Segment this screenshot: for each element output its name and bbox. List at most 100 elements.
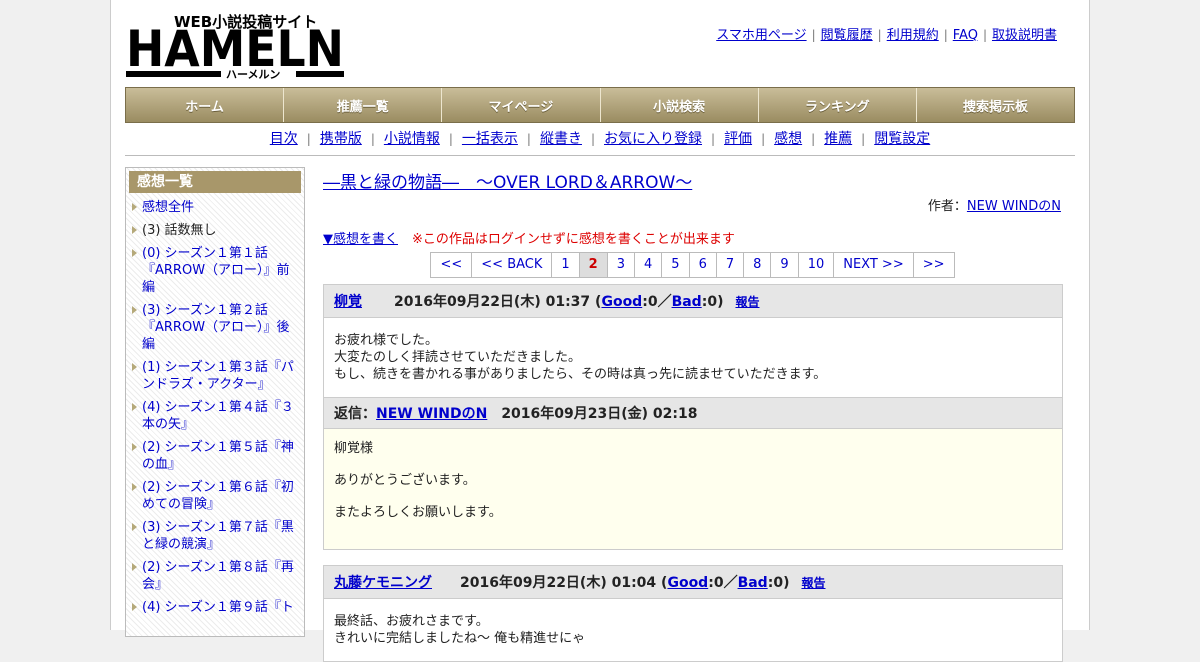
- pager-next[interactable]: NEXT >>: [833, 252, 914, 278]
- sidebar-item-label[interactable]: (4) シーズン１第４話『３本の矢』: [142, 400, 294, 432]
- subnav-favorite[interactable]: お気に入り登録: [604, 131, 702, 147]
- sidebar-item-label[interactable]: (1) シーズン１第３話『パンドラズ・アクター』: [142, 360, 294, 392]
- site-logo[interactable]: WEB小説投稿サイト HAMELN ハーメルン: [126, 10, 346, 81]
- subnav-comments[interactable]: 感想: [774, 131, 802, 147]
- top-links: スマホ用ページ | 閲覧履歴 | 利用規約 | FAQ | 取扱説明書: [716, 28, 1057, 43]
- comment-header: 丸藤ケモニング 2016年09月22日(木) 01:04 (Good:0／Bad:…: [324, 566, 1062, 599]
- good-link[interactable]: Good: [667, 575, 708, 591]
- sidebar-item-label[interactable]: (2) シーズン１第６話『初めての冒険』: [142, 480, 294, 512]
- pager-page[interactable]: 3: [606, 252, 635, 278]
- sidebar-item-label[interactable]: (0) シーズン１第１話『ARROW（アロー）』前編: [142, 246, 290, 295]
- pager-page[interactable]: 6: [688, 252, 717, 278]
- sidebar-item[interactable]: (1) シーズン１第３話『パンドラズ・アクター』: [126, 357, 304, 397]
- reply-label: 返信：: [334, 406, 376, 422]
- reply-header: 返信：NEW WINDのN 2016年09月23日(金) 02:18: [324, 397, 1062, 429]
- nav-mypage[interactable]: マイページ: [442, 88, 601, 122]
- nav-ranking[interactable]: ランキング: [758, 88, 917, 122]
- nav-home[interactable]: ホーム: [126, 88, 285, 122]
- author-link[interactable]: NEW WINDのN: [967, 199, 1061, 214]
- sidebar-item[interactable]: (4) シーズン１第９話『ト: [126, 597, 304, 620]
- sidebar-item: (3) 話数無し: [126, 220, 304, 243]
- pager-page[interactable]: 1: [551, 252, 580, 278]
- comment-meta: 2016年09月22日(木) 01:37 (Good:0／Bad:0): [394, 294, 724, 310]
- sidebar-item-label[interactable]: (2) シーズン１第８話『再会』: [142, 560, 294, 592]
- subnav-vertical[interactable]: 縦書き: [540, 131, 582, 147]
- comment-line: 最終話、お疲れさまです。: [334, 614, 489, 629]
- page-container: WEB小説投稿サイト HAMELN ハーメルン スマホ用ページ | 閲覧履歴 | 利用規…: [110, 0, 1090, 662]
- bad-link[interactable]: Bad: [738, 575, 768, 591]
- sub-nav: 目次 | 携帯版 | 小説情報 | 一括表示 | 縦書き | お気に入り登録 | 評価 | 感想 | 推薦 | 閲覧…: [125, 128, 1075, 156]
- top-link-smartphone[interactable]: スマホ用ページ: [716, 28, 806, 43]
- sidebar-item[interactable]: (3) シーズン１第７話『黒と緑の競演』: [126, 517, 304, 557]
- main-content: ―黒と緑の物語― ～OVER LORD＆ARROW～ 作者：NEW WINDのN…: [323, 166, 1063, 662]
- bad-link[interactable]: Bad: [672, 294, 702, 310]
- comment-line: お疲れ様でした。: [334, 333, 439, 348]
- sidebar-item-label[interactable]: (3) シーズン１第２話『ARROW（アロー）』後編: [142, 303, 290, 352]
- top-link-history[interactable]: 閲覧履歴: [821, 28, 873, 43]
- pager-page[interactable]: 9: [770, 252, 799, 278]
- triangle-right-icon: [132, 523, 137, 531]
- sidebar-item[interactable]: (4) シーズン１第４話『３本の矢』: [126, 397, 304, 437]
- sidebar-item[interactable]: (2) シーズン１第５話『神の血』: [126, 437, 304, 477]
- comment-line: もし、続きを書かれる事がありましたら、その時は真っ先に読ませていただきます。: [334, 367, 827, 382]
- report-link[interactable]: 報告: [801, 576, 825, 590]
- pager-page[interactable]: 8: [743, 252, 772, 278]
- comment-line: 大変たのしく拝読させていただきました。: [334, 350, 582, 365]
- triangle-right-icon: [132, 306, 137, 314]
- good-link[interactable]: Good: [601, 294, 642, 310]
- reply-line: ありがとうございます。: [334, 473, 476, 488]
- sidebar-item[interactable]: 感想全件: [126, 197, 304, 220]
- write-comment-line: ▼感想を書く ※この作品はログインせずに感想を書くことが出来ます: [323, 228, 1063, 247]
- write-comment-link[interactable]: ▼感想を書く: [323, 232, 398, 247]
- subnav-novel-info[interactable]: 小説情報: [384, 131, 440, 147]
- sidebar-item[interactable]: (2) シーズン１第６話『初めての冒険』: [126, 477, 304, 517]
- bad-count: 0: [773, 575, 784, 591]
- triangle-right-icon: [132, 249, 137, 257]
- logo-kana: ハーメルン: [226, 68, 280, 80]
- pagination: << << BACK 1 2 3 4 5 6 7 8 9 10 NEXT >> …: [323, 252, 1063, 278]
- reply-body: 柳覚様 ありがとうございます。 またよろしくお願いします。: [324, 429, 1062, 549]
- comment: 丸藤ケモニング 2016年09月22日(木) 01:04 (Good:0／Bad:…: [323, 565, 1063, 662]
- subnav-mobile[interactable]: 携帯版: [320, 131, 362, 147]
- sidebar-item-label[interactable]: 感想全件: [142, 200, 194, 215]
- reply-author-link[interactable]: NEW WINDのN: [376, 406, 487, 422]
- pager-back[interactable]: << BACK: [471, 252, 553, 278]
- comment-body: 最終話、お疲れさまです。 きれいに完結しましたね～ 俺も精進せにゃ: [324, 599, 1062, 661]
- sidebar-item[interactable]: (3) シーズン１第２話『ARROW（アロー）』後編: [126, 300, 304, 357]
- subnav-show-all[interactable]: 一括表示: [462, 131, 518, 147]
- pager-page[interactable]: 7: [715, 252, 745, 278]
- nav-search-board[interactable]: 捜索掲示板: [916, 88, 1075, 122]
- subnav-recommend[interactable]: 推薦: [824, 131, 852, 147]
- subnav-rate[interactable]: 評価: [724, 131, 752, 147]
- sidebar-item[interactable]: (2) シーズン１第８話『再会』: [126, 557, 304, 597]
- triangle-right-icon: [132, 203, 137, 211]
- top-link-faq[interactable]: FAQ: [953, 28, 978, 43]
- top-link-manual[interactable]: 取扱説明書: [992, 28, 1057, 43]
- pager-page[interactable]: 4: [634, 252, 663, 278]
- pager-last[interactable]: >>: [912, 252, 955, 278]
- comment: 柳覚 2016年09月22日(木) 01:37 (Good:0／Bad:0) 報告 …: [323, 284, 1063, 550]
- subnav-toc[interactable]: 目次: [270, 131, 298, 147]
- pager-first[interactable]: <<: [430, 252, 473, 278]
- sidebar-item-label[interactable]: (3) シーズン１第７話『黒と緑の競演』: [142, 520, 294, 552]
- sidebar-item-label: (3) 話数無し: [142, 223, 217, 238]
- comment-line: きれいに完結しましたね～ 俺も精進せにゃ: [334, 631, 586, 646]
- comment-user-link[interactable]: 柳覚: [334, 294, 362, 310]
- top-link-terms[interactable]: 利用規約: [887, 28, 939, 43]
- report-link[interactable]: 報告: [735, 295, 759, 309]
- pager-page[interactable]: 5: [661, 252, 690, 278]
- comment-user-link[interactable]: 丸藤ケモニング: [334, 575, 432, 591]
- comment-date: 2016年09月22日(木) 01:04: [460, 575, 657, 591]
- subnav-view-settings[interactable]: 閲覧設定: [874, 131, 930, 147]
- sidebar-item[interactable]: (0) シーズン１第１話『ARROW（アロー）』前編: [126, 243, 304, 300]
- good-count: 0: [713, 575, 724, 591]
- reply-line: またよろしくお願いします。: [334, 505, 502, 520]
- work-title[interactable]: ―黒と緑の物語― ～OVER LORD＆ARROW～: [323, 168, 692, 193]
- pager-page[interactable]: 10: [797, 252, 835, 278]
- good-count: 0: [647, 294, 658, 310]
- nav-novel-search[interactable]: 小説検索: [600, 88, 759, 122]
- reply-line: 柳覚様: [334, 441, 374, 456]
- sidebar-item-label[interactable]: (2) シーズン１第５話『神の血』: [142, 440, 294, 472]
- sidebar-item-label[interactable]: (4) シーズン１第９話『ト: [142, 600, 294, 615]
- nav-recommendations[interactable]: 推薦一覧: [284, 88, 443, 122]
